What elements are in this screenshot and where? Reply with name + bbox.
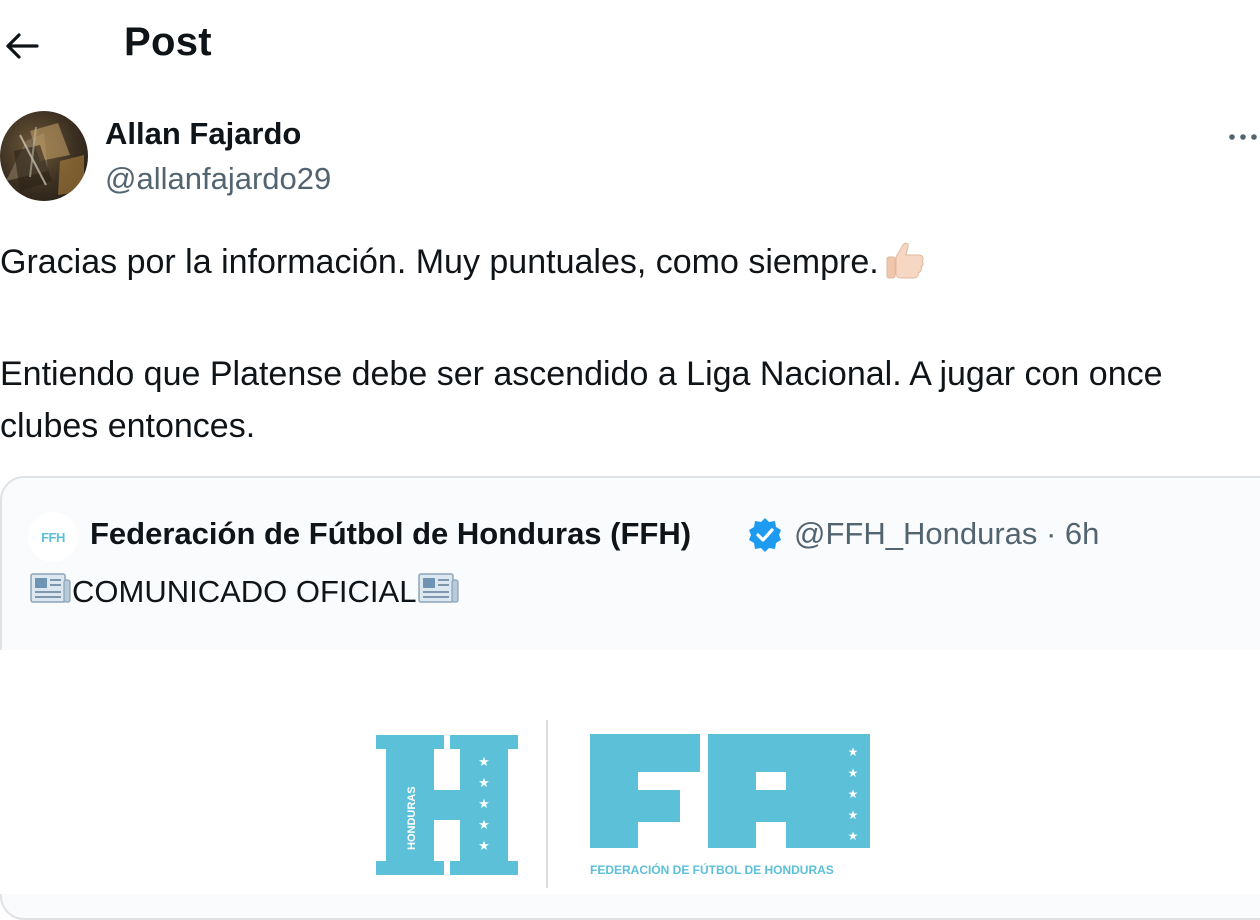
post-text-line: Gracias por la información. Muy puntuale…: [0, 236, 1250, 296]
h-emblem-icon: ★ ★ ★ ★ ★ HONDURAS: [376, 735, 518, 875]
quoted-avatar[interactable]: FFH: [28, 512, 78, 562]
ffh-logo: ★ ★ ★ ★ ★ HONDURAS ★ ★ ★ ★ ★ FEDERACIÓN …: [376, 720, 870, 888]
newspaper-emoji-icon: [416, 570, 460, 614]
avatar[interactable]: [0, 111, 88, 201]
quoted-post-header: FFH Federación de Fútbol de Honduras (FF…: [28, 512, 1258, 562]
ffh-lettering-icon: ★ ★ ★ ★ ★: [590, 734, 870, 848]
top-bar: Post: [0, 0, 1260, 95]
page-title: Post: [124, 20, 212, 64]
svg-text:★: ★: [848, 829, 859, 843]
verified-badge-icon: [746, 516, 784, 559]
thumbs-up-emoji-icon: [883, 237, 927, 296]
logo-divider: [546, 720, 548, 888]
svg-text:★: ★: [478, 797, 490, 812]
back-button[interactable]: [0, 24, 44, 68]
post-author: Allan Fajardo @allanfajardo29: [0, 108, 1260, 208]
svg-text:★: ★: [478, 755, 490, 770]
svg-text:★: ★: [848, 766, 859, 780]
post-text-sentence: Gracias por la información. Muy puntuale…: [0, 243, 879, 281]
post-text-paragraph: Entiendo que Platense debe ser ascendido…: [0, 355, 1163, 445]
quoted-text: COMUNICADO OFICIAL: [28, 572, 460, 612]
quoted-author-name[interactable]: Federación de Fútbol de Honduras (FFH): [90, 516, 691, 552]
svg-text:★: ★: [478, 839, 490, 854]
svg-text:★: ★: [848, 787, 859, 801]
more-options-button[interactable]: [1226, 122, 1260, 152]
author-name[interactable]: Allan Fajardo: [105, 116, 301, 152]
svg-text:★: ★: [478, 818, 490, 833]
svg-text:★: ★: [848, 808, 859, 822]
avatar-photo-icon: [6, 123, 84, 195]
more-dots-icon: [1229, 134, 1257, 140]
attached-image[interactable]: ★ ★ ★ ★ ★ HONDURAS ★ ★ ★ ★ ★ FEDERACIÓN …: [0, 650, 1260, 894]
post-text: Gracias por la información. Muy puntuale…: [0, 236, 1250, 452]
svg-text:HONDURAS: HONDURAS: [406, 786, 418, 850]
quoted-text-content: COMUNICADO OFICIAL: [72, 574, 417, 609]
newspaper-emoji-icon: [28, 570, 72, 614]
author-handle[interactable]: @allanfajardo29: [105, 161, 331, 197]
back-arrow-icon: [6, 33, 39, 59]
svg-text:★: ★: [848, 745, 859, 759]
ffh-tagline: FEDERACIÓN DE FÚTBOL DE HONDURAS: [590, 862, 834, 877]
quoted-handle-time[interactable]: @FFH_Honduras · 6h: [794, 516, 1099, 552]
svg-text:★: ★: [478, 776, 490, 791]
